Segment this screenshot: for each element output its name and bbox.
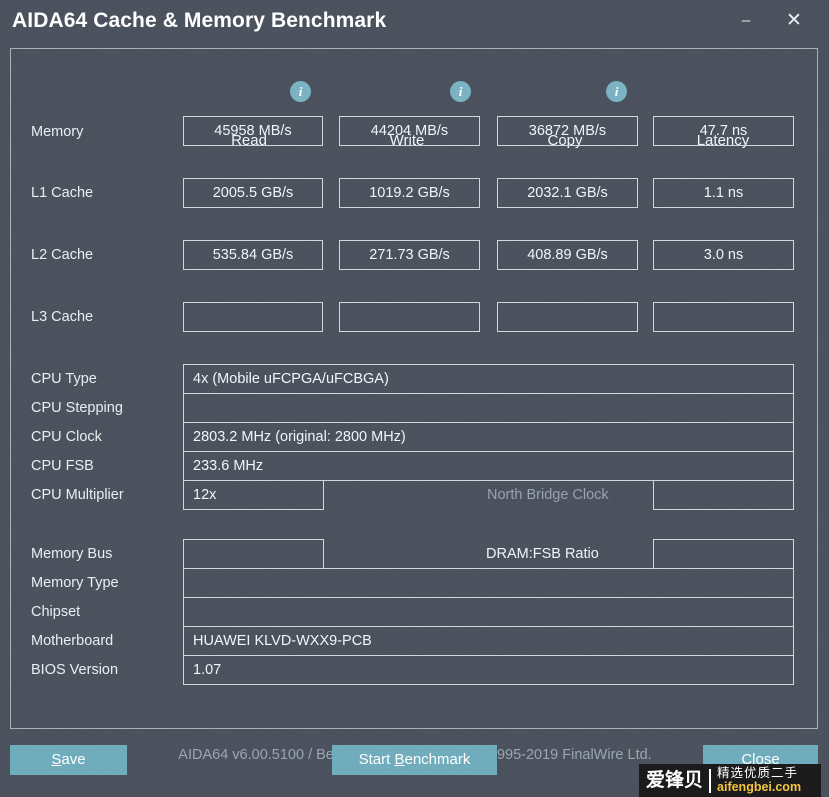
motherboard-field[interactable]: HUAWEI KLVD-WXX9-PCB [183, 626, 794, 656]
row-label-memory-bus: Memory Bus [31, 546, 113, 562]
minimize-icon[interactable]: – [725, 4, 767, 38]
l3-copy-field[interactable] [497, 302, 638, 332]
title-bar: AIDA64 Cache & Memory Benchmark – ✕ [0, 0, 829, 48]
bios-version-field[interactable]: 1.07 [183, 655, 794, 685]
row-label-bios-version: BIOS Version [31, 662, 119, 678]
save-button[interactable]: Save [10, 745, 127, 775]
l1-latency-field[interactable]: 1.1 ns [653, 178, 794, 208]
start-benchmark-button[interactable]: Start Benchmark [332, 745, 497, 775]
cpu-clock-field[interactable]: 2803.2 MHz (original: 2800 MHz) [183, 422, 794, 452]
cpu-fsb-field[interactable]: 233.6 MHz [183, 451, 794, 481]
l3-read-field[interactable] [183, 302, 323, 332]
north-bridge-clock-field[interactable] [653, 480, 794, 510]
memory-bus-field[interactable] [183, 539, 324, 569]
start-benchmark-post: enchmark [404, 751, 471, 768]
watermark-brand: 爱锋贝 [646, 770, 704, 791]
save-button-accel: S [51, 751, 62, 768]
watermark-tagline: 精选优质二手 [717, 766, 799, 781]
row-label-l1-cache: L1 Cache [31, 185, 94, 201]
start-benchmark-pre: Start [358, 751, 395, 768]
row-label-memory-type: Memory Type [31, 575, 119, 591]
cpu-stepping-field[interactable] [183, 393, 794, 423]
row-label-motherboard: Motherboard [31, 633, 114, 649]
row-label-cpu-type: CPU Type [31, 371, 97, 387]
l3-latency-field[interactable] [653, 302, 794, 332]
close-icon[interactable]: ✕ [773, 4, 815, 38]
dram-fsb-ratio-field[interactable] [653, 539, 794, 569]
memory-read-field[interactable]: 45958 MB/s [183, 116, 323, 146]
l2-copy-field[interactable]: 408.89 GB/s [497, 240, 638, 270]
watermark-text-group: 精选优质二手 aifengbei.com [717, 767, 801, 793]
write-info-icon[interactable]: i [450, 81, 471, 102]
memory-write-field[interactable]: 44204 MB/s [339, 116, 480, 146]
watermark-url: aifengbei.com [717, 779, 802, 794]
main-panel: Read i Write i Copy i Latency Memory 459… [10, 48, 818, 763]
save-button-post: ave [61, 751, 86, 768]
copy-info-icon[interactable]: i [606, 81, 627, 102]
l1-write-field[interactable]: 1019.2 GB/s [339, 178, 480, 208]
memory-latency-field[interactable]: 47.7 ns [653, 116, 794, 146]
row-label-cpu-multiplier: CPU Multiplier [31, 487, 124, 503]
row-label-chipset: Chipset [31, 604, 81, 620]
memory-type-field[interactable] [183, 568, 794, 598]
page-title: AIDA64 Cache & Memory Benchmark [12, 9, 387, 32]
cpu-type-field[interactable]: 4x (Mobile uFCPGA/uFCBGA) [183, 364, 794, 394]
row-label-memory: Memory [31, 124, 84, 140]
memory-copy-field[interactable]: 36872 MB/s [497, 116, 638, 146]
l1-read-field[interactable]: 2005.5 GB/s [183, 178, 323, 208]
l2-read-field[interactable]: 535.84 GB/s [183, 240, 323, 270]
start-benchmark-accel: B [394, 751, 405, 768]
row-label-cpu-fsb: CPU FSB [31, 458, 94, 474]
watermark-divider [709, 768, 712, 793]
l3-write-field[interactable] [339, 302, 480, 332]
dram-fsb-ratio-label: DRAM:FSB Ratio [486, 546, 599, 562]
chipset-field[interactable] [183, 597, 794, 627]
row-label-cpu-stepping: CPU Stepping [31, 400, 123, 416]
row-label-cpu-clock: CPU Clock [31, 429, 102, 445]
l2-latency-field[interactable]: 3.0 ns [653, 240, 794, 270]
cpu-multiplier-field[interactable]: 12x [183, 480, 324, 510]
row-label-l3-cache: L3 Cache [31, 309, 94, 325]
north-bridge-clock-label: North Bridge Clock [487, 487, 609, 503]
row-label-l2-cache: L2 Cache [31, 247, 94, 263]
l1-copy-field[interactable]: 2032.1 GB/s [497, 178, 638, 208]
l2-write-field[interactable]: 271.73 GB/s [339, 240, 480, 270]
watermark: 爱锋贝 精选优质二手 aifengbei.com [639, 764, 821, 797]
read-info-icon[interactable]: i [290, 81, 311, 102]
